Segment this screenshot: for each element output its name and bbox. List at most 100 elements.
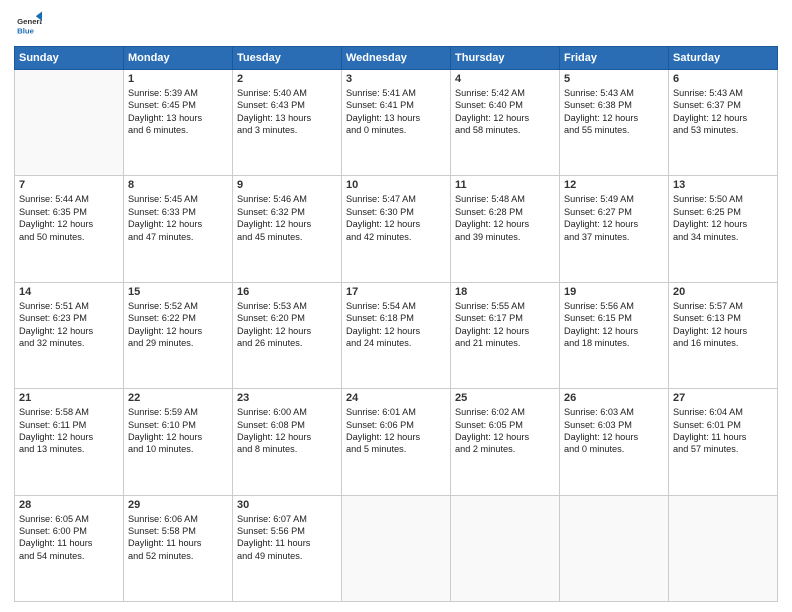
- calendar-cell: 28 Sunrise: 6:05 AM Sunset: 6:00 PM Dayli…: [15, 495, 124, 601]
- week-row-2: 7 Sunrise: 5:44 AM Sunset: 6:35 PM Daylig…: [15, 176, 778, 282]
- calendar-cell: 11Sunrise: 5:48 AM Sunset: 6:28 PM Dayli…: [451, 176, 560, 282]
- day-number: 13: [673, 179, 773, 191]
- logo: General Blue: [14, 10, 46, 38]
- weekday-header-wednesday: Wednesday: [342, 47, 451, 70]
- calendar-cell: 15Sunrise: 5:52 AM Sunset: 6:22 PM Dayli…: [124, 282, 233, 388]
- calendar-cell: 30 Sunrise: 6:07 AM Sunset: 5:56 PM Dayli…: [233, 495, 342, 601]
- cell-content: Sunrise: 5:39 AM Sunset: 6:45 PM Dayligh…: [128, 87, 228, 137]
- weekday-header-saturday: Saturday: [669, 47, 778, 70]
- day-number: 19: [564, 286, 664, 298]
- cell-content: Sunrise: 5:56 AM Sunset: 6:15 PM Dayligh…: [564, 300, 664, 350]
- cell-content: Sunrise: 6:06 AM Sunset: 5:58 PM Dayligh…: [128, 513, 228, 563]
- calendar-cell: [560, 495, 669, 601]
- weekday-header-thursday: Thursday: [451, 47, 560, 70]
- cell-content: Sunrise: 6:05 AM Sunset: 6:00 PM Dayligh…: [19, 513, 119, 563]
- calendar-cell: 1Sunrise: 5:39 AM Sunset: 6:45 PM Daylig…: [124, 70, 233, 176]
- weekday-header-friday: Friday: [560, 47, 669, 70]
- cell-content: Sunrise: 6:07 AM Sunset: 5:56 PM Dayligh…: [237, 513, 337, 563]
- calendar-cell: 19 Sunrise: 5:56 AM Sunset: 6:15 PM Dayli…: [560, 282, 669, 388]
- calendar-cell: 5 Sunrise: 5:43 AM Sunset: 6:38 PM Daylig…: [560, 70, 669, 176]
- day-number: 17: [346, 286, 446, 298]
- day-number: 21: [19, 392, 119, 404]
- week-row-4: 21 Sunrise: 5:58 AM Sunset: 6:11 PM Dayli…: [15, 389, 778, 495]
- logo-icon: General Blue: [14, 10, 42, 38]
- day-number: 30: [237, 499, 337, 511]
- cell-content: Sunrise: 5:51 AM Sunset: 6:23 PM Dayligh…: [19, 300, 119, 350]
- day-number: 11: [455, 179, 555, 191]
- day-number: 2: [237, 73, 337, 85]
- cell-content: Sunrise: 5:41 AM Sunset: 6:41 PM Dayligh…: [346, 87, 446, 137]
- calendar-cell: 13 Sunrise: 5:50 AM Sunset: 6:25 PM Dayli…: [669, 176, 778, 282]
- calendar-cell: 26 Sunrise: 6:03 AM Sunset: 6:03 PM Dayli…: [560, 389, 669, 495]
- calendar-cell: 6Sunrise: 5:43 AM Sunset: 6:37 PM Daylig…: [669, 70, 778, 176]
- cell-content: Sunrise: 5:44 AM Sunset: 6:35 PM Dayligh…: [19, 193, 119, 243]
- calendar-cell: [15, 70, 124, 176]
- calendar-cell: 2 Sunrise: 5:40 AM Sunset: 6:43 PM Daylig…: [233, 70, 342, 176]
- week-row-5: 28 Sunrise: 6:05 AM Sunset: 6:00 PM Dayli…: [15, 495, 778, 601]
- day-number: 5: [564, 73, 664, 85]
- cell-content: Sunrise: 5:49 AM Sunset: 6:27 PM Dayligh…: [564, 193, 664, 243]
- day-number: 27: [673, 392, 773, 404]
- svg-text:General: General: [17, 17, 42, 26]
- day-number: 14: [19, 286, 119, 298]
- cell-content: Sunrise: 5:46 AM Sunset: 6:32 PM Dayligh…: [237, 193, 337, 243]
- page-header: General Blue: [14, 10, 778, 38]
- weekday-header-monday: Monday: [124, 47, 233, 70]
- calendar-cell: 16 Sunrise: 5:53 AM Sunset: 6:20 PM Dayli…: [233, 282, 342, 388]
- day-number: 8: [128, 179, 228, 191]
- cell-content: Sunrise: 5:59 AM Sunset: 6:10 PM Dayligh…: [128, 406, 228, 456]
- cell-content: Sunrise: 5:58 AM Sunset: 6:11 PM Dayligh…: [19, 406, 119, 456]
- cell-content: Sunrise: 5:53 AM Sunset: 6:20 PM Dayligh…: [237, 300, 337, 350]
- calendar-cell: 20Sunrise: 5:57 AM Sunset: 6:13 PM Dayli…: [669, 282, 778, 388]
- calendar-table: SundayMondayTuesdayWednesdayThursdayFrid…: [14, 46, 778, 602]
- weekday-header-tuesday: Tuesday: [233, 47, 342, 70]
- calendar-cell: 3 Sunrise: 5:41 AM Sunset: 6:41 PM Daylig…: [342, 70, 451, 176]
- day-number: 7: [19, 179, 119, 191]
- day-number: 3: [346, 73, 446, 85]
- weekday-header-sunday: Sunday: [15, 47, 124, 70]
- calendar-cell: 29 Sunrise: 6:06 AM Sunset: 5:58 PM Dayli…: [124, 495, 233, 601]
- calendar-cell: 4Sunrise: 5:42 AM Sunset: 6:40 PM Daylig…: [451, 70, 560, 176]
- calendar-cell: 14 Sunrise: 5:51 AM Sunset: 6:23 PM Dayli…: [15, 282, 124, 388]
- cell-content: Sunrise: 5:43 AM Sunset: 6:38 PM Dayligh…: [564, 87, 664, 137]
- cell-content: Sunrise: 5:43 AM Sunset: 6:37 PM Dayligh…: [673, 87, 773, 137]
- cell-content: Sunrise: 6:04 AM Sunset: 6:01 PM Dayligh…: [673, 406, 773, 456]
- day-number: 26: [564, 392, 664, 404]
- day-number: 16: [237, 286, 337, 298]
- calendar-cell: 8 Sunrise: 5:45 AM Sunset: 6:33 PM Daylig…: [124, 176, 233, 282]
- cell-content: Sunrise: 5:55 AM Sunset: 6:17 PM Dayligh…: [455, 300, 555, 350]
- calendar-cell: 25 Sunrise: 6:02 AM Sunset: 6:05 PM Dayli…: [451, 389, 560, 495]
- cell-content: Sunrise: 5:50 AM Sunset: 6:25 PM Dayligh…: [673, 193, 773, 243]
- cell-content: Sunrise: 5:47 AM Sunset: 6:30 PM Dayligh…: [346, 193, 446, 243]
- week-row-3: 14 Sunrise: 5:51 AM Sunset: 6:23 PM Dayli…: [15, 282, 778, 388]
- day-number: 10: [346, 179, 446, 191]
- calendar-cell: 21 Sunrise: 5:58 AM Sunset: 6:11 PM Dayli…: [15, 389, 124, 495]
- cell-content: Sunrise: 6:02 AM Sunset: 6:05 PM Dayligh…: [455, 406, 555, 456]
- weekday-header-row: SundayMondayTuesdayWednesdayThursdayFrid…: [15, 47, 778, 70]
- calendar-cell: 17 Sunrise: 5:54 AM Sunset: 6:18 PM Dayli…: [342, 282, 451, 388]
- day-number: 9: [237, 179, 337, 191]
- calendar-cell: 18 Sunrise: 5:55 AM Sunset: 6:17 PM Dayli…: [451, 282, 560, 388]
- day-number: 22: [128, 392, 228, 404]
- cell-content: Sunrise: 5:40 AM Sunset: 6:43 PM Dayligh…: [237, 87, 337, 137]
- day-number: 18: [455, 286, 555, 298]
- calendar-cell: 24 Sunrise: 6:01 AM Sunset: 6:06 PM Dayli…: [342, 389, 451, 495]
- cell-content: Sunrise: 5:42 AM Sunset: 6:40 PM Dayligh…: [455, 87, 555, 137]
- calendar-cell: 7 Sunrise: 5:44 AM Sunset: 6:35 PM Daylig…: [15, 176, 124, 282]
- cell-content: Sunrise: 5:45 AM Sunset: 6:33 PM Dayligh…: [128, 193, 228, 243]
- cell-content: Sunrise: 5:57 AM Sunset: 6:13 PM Dayligh…: [673, 300, 773, 350]
- day-number: 24: [346, 392, 446, 404]
- day-number: 25: [455, 392, 555, 404]
- day-number: 29: [128, 499, 228, 511]
- day-number: 23: [237, 392, 337, 404]
- cell-content: Sunrise: 6:01 AM Sunset: 6:06 PM Dayligh…: [346, 406, 446, 456]
- cell-content: Sunrise: 5:54 AM Sunset: 6:18 PM Dayligh…: [346, 300, 446, 350]
- week-row-1: 1Sunrise: 5:39 AM Sunset: 6:45 PM Daylig…: [15, 70, 778, 176]
- day-number: 12: [564, 179, 664, 191]
- calendar-cell: 12 Sunrise: 5:49 AM Sunset: 6:27 PM Dayli…: [560, 176, 669, 282]
- day-number: 28: [19, 499, 119, 511]
- calendar-cell: 9 Sunrise: 5:46 AM Sunset: 6:32 PM Daylig…: [233, 176, 342, 282]
- calendar-cell: [451, 495, 560, 601]
- calendar-cell: 22 Sunrise: 5:59 AM Sunset: 6:10 PM Dayli…: [124, 389, 233, 495]
- cell-content: Sunrise: 6:03 AM Sunset: 6:03 PM Dayligh…: [564, 406, 664, 456]
